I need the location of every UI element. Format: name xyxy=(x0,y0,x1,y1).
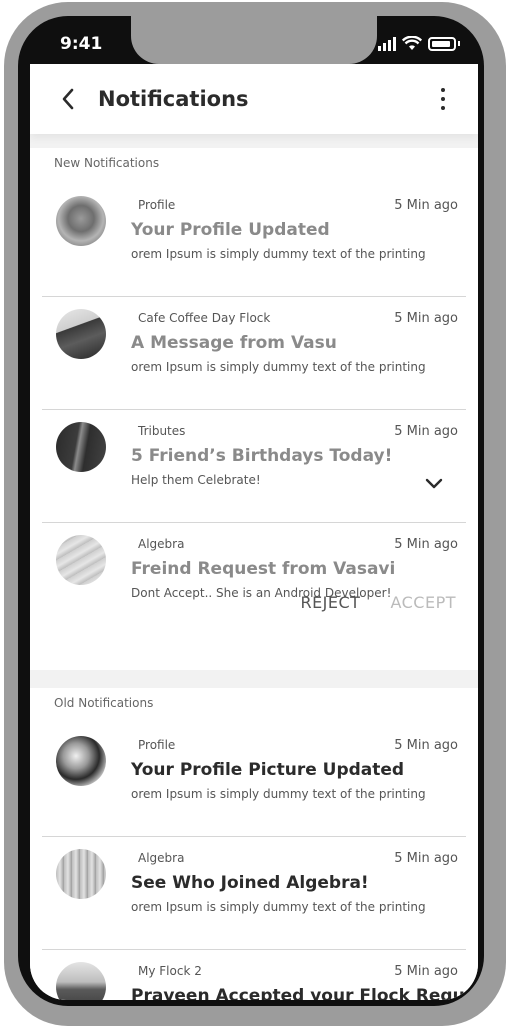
notification-item[interactable]: Tributes 5 Min ago 5 Friend’s Birthdays … xyxy=(42,410,466,523)
notification-item[interactable]: My Flock 2 5 Min ago Praveen Accepted yo… xyxy=(42,950,466,1000)
notification-group: Profile xyxy=(138,738,176,752)
notification-item[interactable]: Cafe Coffee Day Flock 5 Min ago A Messag… xyxy=(42,297,466,410)
notification-group: Profile xyxy=(138,198,176,212)
new-notifications-section: New Notifications Profile 5 Min ago Your… xyxy=(30,148,478,670)
notification-group: Tributes xyxy=(138,424,186,438)
app-header: Notifications xyxy=(30,64,478,134)
notification-title: Praveen Accepted your Flock Requ xyxy=(131,986,465,1000)
accept-button[interactable]: ACCEPT xyxy=(390,593,456,612)
notification-group: My Flock 2 xyxy=(138,964,202,978)
signal-icon xyxy=(378,36,396,51)
section-label: Old Notifications xyxy=(54,696,154,710)
notification-title: Your Profile Updated xyxy=(131,220,330,240)
back-button[interactable] xyxy=(48,79,88,119)
avatar xyxy=(56,196,106,246)
notification-item[interactable]: Algebra 5 Min ago See Who Joined Algebra… xyxy=(42,837,466,950)
friend-request-actions: REJECT ACCEPT xyxy=(300,593,456,612)
notification-item[interactable]: Algebra 5 Min ago Freind Request from Va… xyxy=(42,523,466,636)
avatar xyxy=(56,736,106,786)
notification-title: Your Profile Picture Updated xyxy=(131,760,405,780)
notification-time: 5 Min ago xyxy=(394,311,458,326)
notification-title: 5 Friend’s Birthdays Today! xyxy=(131,446,393,466)
notification-time: 5 Min ago xyxy=(394,964,458,979)
wifi-icon xyxy=(402,36,422,50)
notification-title: Freind Request from Vasavi xyxy=(131,559,396,579)
notification-group: Algebra xyxy=(138,851,185,865)
notch xyxy=(131,16,377,64)
status-time: 9:41 xyxy=(60,34,103,54)
notification-item[interactable]: Profile 5 Min ago Your Profile Updated o… xyxy=(42,184,466,297)
battery-icon xyxy=(428,36,456,51)
chevron-left-icon xyxy=(62,88,74,110)
notification-time: 5 Min ago xyxy=(394,424,458,439)
notification-time: 5 Min ago xyxy=(394,537,458,552)
notification-group: Algebra xyxy=(138,537,185,551)
section-label: New Notifications xyxy=(54,156,160,170)
notification-title: A Message from Vasu xyxy=(131,333,337,353)
avatar xyxy=(56,422,106,472)
notification-body: orem Ipsum is simply dummy text of the p… xyxy=(131,247,426,261)
avatar xyxy=(56,849,106,899)
avatar xyxy=(56,309,106,359)
more-options-button[interactable] xyxy=(428,79,458,119)
notification-body: Help them Celebrate! xyxy=(131,473,261,487)
notification-time: 5 Min ago xyxy=(394,198,458,213)
old-notifications-section: Old Notifications Profile 5 Min ago Your… xyxy=(30,688,478,1000)
app-screen: Notifications New Notifications Profile … xyxy=(30,64,478,1000)
battery-tip xyxy=(458,41,460,46)
notification-body: orem Ipsum is simply dummy text of the p… xyxy=(131,900,426,914)
notification-time: 5 Min ago xyxy=(394,851,458,866)
notification-body: orem Ipsum is simply dummy text of the p… xyxy=(131,360,426,374)
more-vertical-icon xyxy=(441,88,445,92)
notification-item[interactable]: Profile 5 Min ago Your Profile Picture U… xyxy=(42,724,466,837)
notification-body: orem Ipsum is simply dummy text of the p… xyxy=(131,787,426,801)
reject-button[interactable]: REJECT xyxy=(300,593,360,612)
notification-group: Cafe Coffee Day Flock xyxy=(138,311,271,325)
page-title: Notifications xyxy=(98,87,249,111)
status-icons xyxy=(378,36,460,51)
avatar xyxy=(56,535,106,585)
avatar xyxy=(56,962,106,1000)
chevron-down-icon[interactable] xyxy=(422,474,446,494)
notification-title: See Who Joined Algebra! xyxy=(131,873,369,893)
notification-time: 5 Min ago xyxy=(394,738,458,753)
